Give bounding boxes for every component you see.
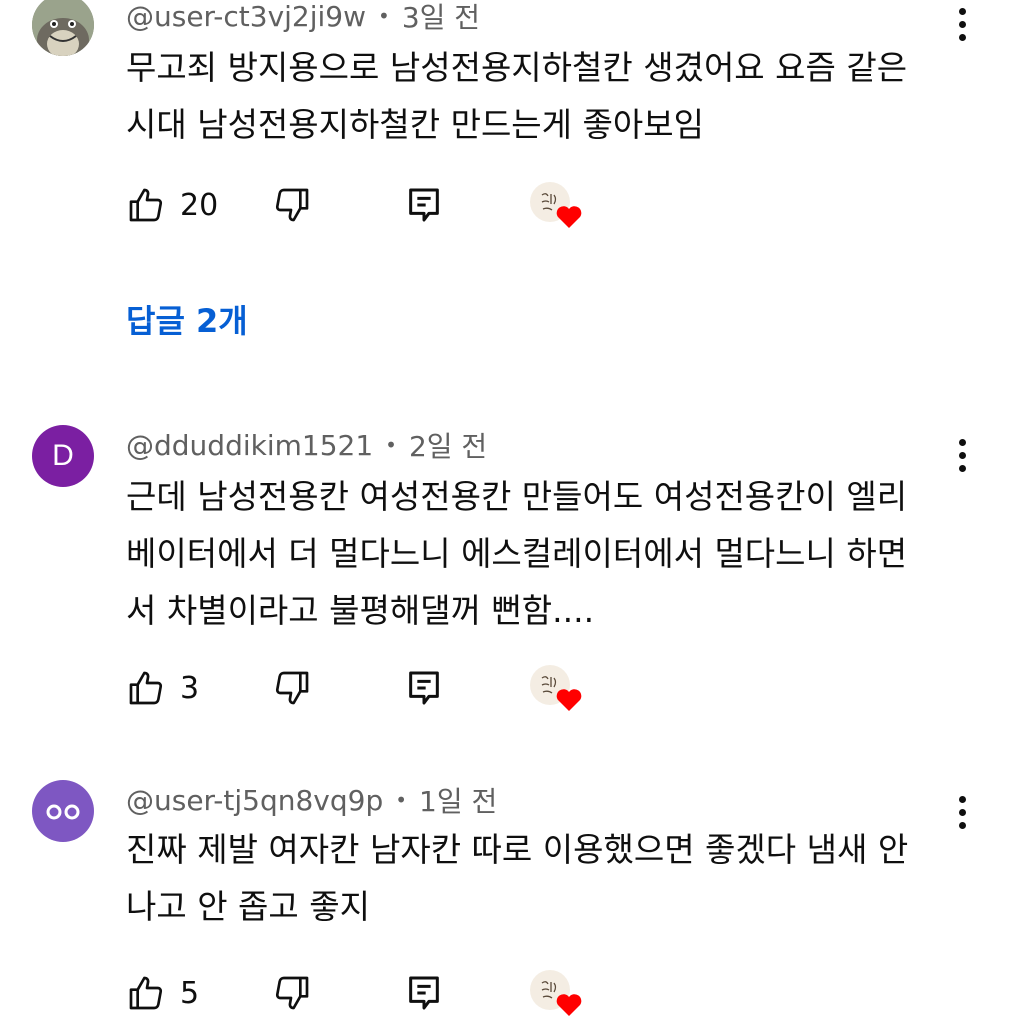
comment-meta: @dduddikim1521 • 2일 전 [126, 425, 487, 465]
separator-dot: • [395, 788, 408, 812]
comment-actions: 3 [126, 663, 626, 713]
comment-text-line: 진짜 제발 여자칸 남자칸 따로 이용했으면 좋겠다 냄새 안 [126, 830, 909, 869]
view-replies-button[interactable]: 답글 2개 [126, 296, 248, 342]
like-count: 5 [180, 975, 200, 1011]
user-avatar[interactable] [32, 780, 94, 842]
comment-text: 근데 남성전용칸 여성전용칸 만들어도 여성전용칸이 엘리 베이터에서 더 멀다… [126, 468, 956, 639]
comment-text-line: 베이터에서 더 멀다느니 에스컬레이터에서 멀다느니 하면 [126, 534, 908, 573]
thumbs-down-icon [275, 188, 309, 222]
thumbs-down-icon [275, 671, 309, 705]
thumbs-up-icon [129, 188, 163, 222]
comment-username[interactable]: @user-tj5qn8vq9p [126, 784, 383, 817]
user-avatar[interactable]: D [32, 425, 94, 487]
comment-text-line: 나고 안 좁고 좋지 [126, 887, 370, 926]
eyes-icon [46, 804, 80, 820]
comment-time: 3일 전 [401, 1, 481, 34]
comment-text-line: 시대 남성전용지하철칸 만드는게 좋아보임 [126, 105, 704, 144]
like-count: 20 [180, 187, 219, 223]
separator-dot: • [385, 433, 397, 457]
creator-heart-badge [528, 663, 584, 715]
creator-heart-icon [530, 182, 582, 228]
comment-text-line: 근데 남성전용칸 여성전용칸 만들어도 여성전용칸이 엘리 [126, 477, 908, 516]
comment-text-line: 서 차별이라고 불평해댈꺼 뻔함.... [126, 591, 595, 630]
comment-time: 1일 전 [419, 785, 498, 818]
comment-text: 진짜 제발 여자칸 남자칸 따로 이용했으면 좋겠다 냄새 안 나고 안 좁고 … [126, 821, 956, 935]
creator-heart-icon [530, 665, 582, 711]
comment-text: 무고죄 방지용으로 남성전용지하철칸 생겼어요 요즘 같은 시대 남성전용지하철… [126, 39, 956, 153]
comment-text-line: 무고죄 방지용으로 남성전용지하철칸 생겼어요 요즘 같은 [126, 48, 908, 87]
reply-button[interactable] [404, 663, 444, 713]
comment-username[interactable]: @dduddikim1521 [126, 429, 373, 462]
reply-button[interactable] [404, 968, 444, 1018]
like-button[interactable]: 20 [126, 180, 218, 230]
thumbs-down-icon [275, 976, 309, 1010]
comment-username[interactable]: @user-ct3vj2ji9w [126, 0, 366, 33]
more-options-button[interactable] [944, 4, 980, 44]
separator-dot: • [378, 4, 390, 28]
totoro-avatar-image [32, 0, 94, 56]
creator-heart-badge [528, 180, 584, 232]
thumbs-up-icon [129, 671, 163, 705]
like-count: 3 [180, 670, 200, 706]
comment-actions: 5 [126, 968, 626, 1018]
creator-heart-badge [528, 968, 584, 1020]
dislike-button[interactable] [272, 180, 312, 230]
comment-reply-icon [409, 671, 439, 705]
thumbs-up-icon [129, 976, 163, 1010]
creator-heart-icon [530, 970, 582, 1016]
user-avatar[interactable] [32, 0, 94, 56]
comment-meta: @user-ct3vj2ji9w • 3일 전 [126, 0, 480, 36]
avatar-letter: D [52, 439, 74, 472]
dislike-button[interactable] [272, 968, 312, 1018]
like-button[interactable]: 3 [126, 663, 199, 713]
comment-actions: 20 [126, 180, 626, 230]
comment-reply-icon [409, 188, 439, 222]
comment-meta: @user-tj5qn8vq9p • 1일 전 [126, 780, 497, 820]
comment-time: 2일 전 [408, 430, 488, 463]
like-button[interactable]: 5 [126, 968, 199, 1018]
comment-reply-icon [409, 976, 439, 1010]
reply-button[interactable] [404, 180, 444, 230]
dislike-button[interactable] [272, 663, 312, 713]
